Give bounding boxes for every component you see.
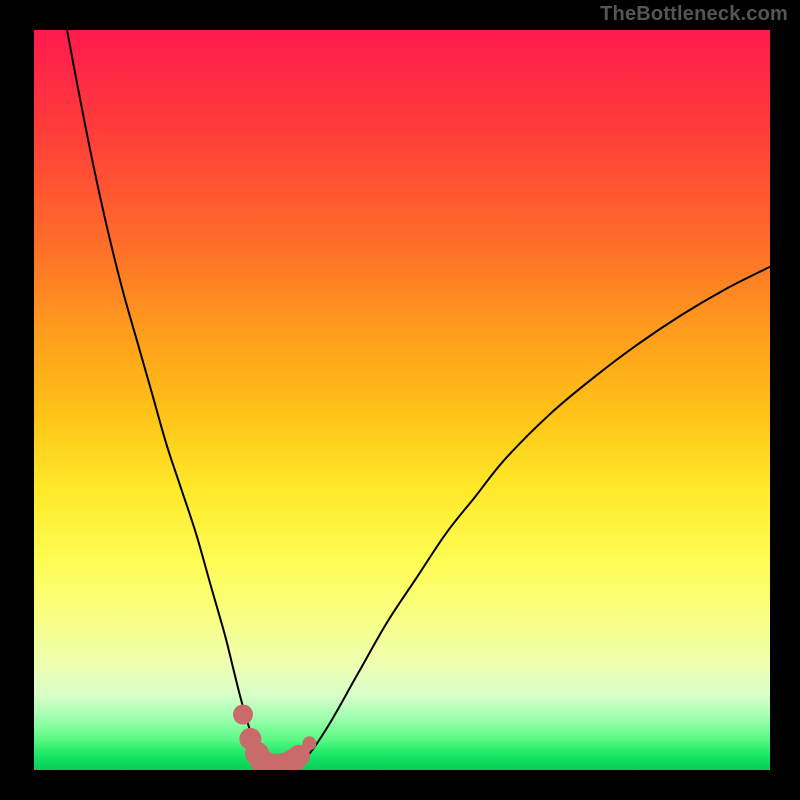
curve-marker <box>258 753 282 770</box>
curve-marker <box>245 742 269 766</box>
chart-frame: TheBottleneck.com <box>0 0 800 800</box>
curve-marker <box>250 749 274 770</box>
chart-plot-area <box>34 30 770 770</box>
bottleneck-curve <box>34 30 770 770</box>
curve-marker <box>265 754 289 770</box>
curve-marker <box>233 705 253 725</box>
curve-marker <box>239 728 261 750</box>
curve-marker <box>288 745 310 767</box>
curve-marker <box>282 748 306 770</box>
curve-marker <box>277 751 301 770</box>
curve-marker <box>272 753 296 770</box>
curve-marker <box>302 736 316 750</box>
attribution-text: TheBottleneck.com <box>600 3 788 26</box>
